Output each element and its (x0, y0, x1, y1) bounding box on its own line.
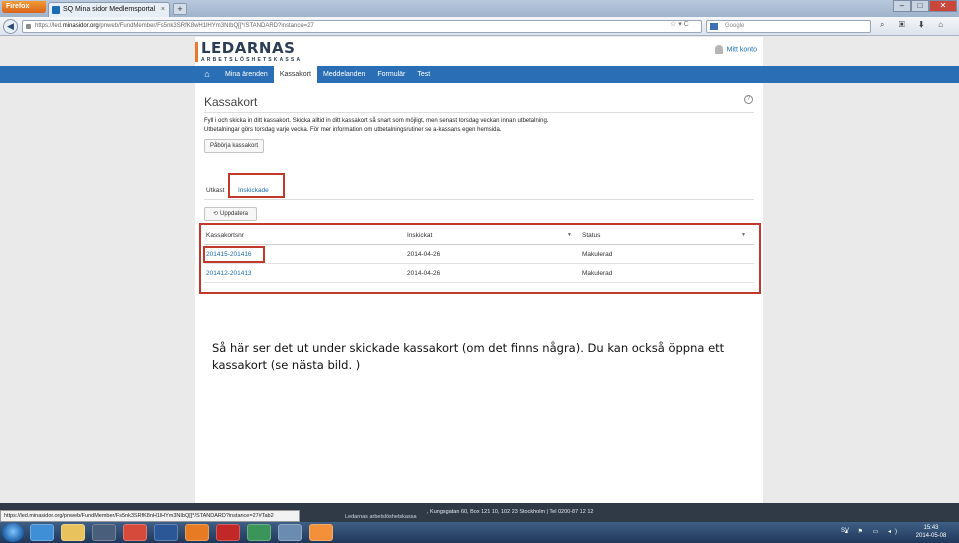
tab-utkast[interactable]: Utkast (206, 182, 224, 200)
user-icon (714, 45, 723, 54)
help-icon[interactable]: ? (744, 95, 753, 104)
chrome-icon[interactable] (123, 524, 147, 541)
menu-item-mina-arenden[interactable]: Mina ärenden (219, 66, 274, 83)
page-title: Kassakort (204, 95, 258, 109)
firefox-window-icon[interactable] (309, 524, 333, 541)
internet-explorer-icon[interactable] (30, 524, 54, 541)
word-icon[interactable] (154, 524, 178, 541)
account-label: Mitt konto (726, 46, 757, 54)
intro-text: Fyll i och skicka in ditt kassakort. Ski… (204, 117, 744, 135)
highlight-box-tab (228, 173, 285, 198)
project-icon[interactable] (247, 524, 271, 541)
status-bar-url: https://led.minasidor.org/pnweb/FundMemb… (0, 510, 300, 522)
pdf-icon[interactable] (216, 524, 240, 541)
menu-item-test[interactable]: Test (411, 66, 436, 83)
kassakort-tabs: Utkast Inskickade (204, 182, 754, 200)
system-clock[interactable]: 15:43 2014-05-08 (911, 524, 951, 540)
refresh-icon: ⟲ (212, 211, 218, 217)
home-icon[interactable]: ⌂ (195, 66, 219, 83)
menu-item-kassakort[interactable]: Kassakort (273, 66, 317, 83)
logo-word: LEDARNAS (201, 39, 296, 57)
url-host: minasidor.org (62, 23, 99, 29)
search-placeholder: Google (725, 23, 745, 29)
clock-date: 2014-05-08 (915, 533, 947, 539)
google-search-icon (710, 23, 718, 30)
search-input[interactable]: Google (706, 20, 871, 33)
maximize-icon[interactable]: □ (911, 0, 929, 12)
tab-title: SQ Mina sidor Medlemsportal (63, 6, 156, 13)
my-account-link[interactable]: Mitt konto (714, 45, 757, 54)
lock-icon (26, 24, 31, 29)
start-button-icon[interactable] (2, 523, 24, 542)
site-favicon-icon (52, 6, 60, 14)
highlight-box-table (199, 223, 761, 294)
url-path: /pnweb/FundMember/Fs5nk3SRfK8wH1lHYm3NIb… (98, 23, 314, 29)
firefox-menu-button[interactable]: Firefox (2, 1, 46, 13)
windows-taskbar: SV ▴ ⚑ ▭ ◂) 15:43 2014-05-08 (0, 522, 959, 543)
title-divider (204, 112, 754, 113)
main-content: Kassakort ? Fyll i och skicka in ditt ka… (195, 83, 763, 503)
browser-tab-bar: Firefox SQ Mina sidor Medlemsportal × + … (0, 0, 959, 17)
window-controls: – □ ✕ (893, 0, 957, 12)
toolbar-icons[interactable]: ⌕ ▣ ⬇ ⌂ (880, 20, 949, 30)
highlight-box-row (203, 246, 265, 263)
update-button[interactable]: ⟲ Uppdatera (204, 207, 257, 221)
address-bar[interactable]: https://led.minasidor.org/pnweb/FundMemb… (22, 20, 702, 33)
footer-address: , Kungsgatan 60, Box 121 10, 102 23 Stoc… (427, 509, 594, 515)
site-header: LEDARNAS ARBETSLÖSHETSKASSA Mitt konto (195, 37, 763, 66)
paint-icon[interactable] (278, 524, 302, 541)
firefox-icon[interactable] (185, 524, 209, 541)
back-arrow-icon[interactable]: ◀ (3, 19, 18, 34)
clock-time: 15:43 (923, 525, 939, 531)
browser-tab-active[interactable]: SQ Mina sidor Medlemsportal × (48, 2, 170, 17)
main-menu-bar: ⌂ Mina ärenden Kassakort Meddelanden For… (0, 66, 959, 83)
start-kassakort-button[interactable]: Påbörja kassakort (204, 139, 264, 153)
media-player-icon[interactable] (92, 524, 116, 541)
footer-org: Ledarnas arbetslöshetskassa (345, 514, 417, 520)
ledarnas-logo[interactable]: LEDARNAS ARBETSLÖSHETSKASSA (195, 39, 303, 63)
tray-icons[interactable]: ▴ ⚑ ▭ ◂) (845, 528, 901, 535)
browser-nav-bar: ◀ https://led.minasidor.org/pnweb/FundMe… (0, 17, 959, 36)
annotation-caption: Så här ser det ut under skickade kassako… (212, 341, 725, 372)
new-tab-button[interactable]: + (173, 3, 187, 15)
system-tray: SV ▴ ⚑ ▭ ◂) 15:43 2014-05-08 (813, 524, 953, 541)
url-prefix: https://led. (35, 23, 63, 29)
menu-item-formular[interactable]: Formulär (371, 66, 411, 83)
taskbar-apps (30, 524, 340, 541)
bookmark-star-icon[interactable]: ☆ ▾ C (670, 20, 689, 28)
web-page: LEDARNAS ARBETSLÖSHETSKASSA Mitt konto ⌂… (0, 37, 959, 503)
update-label: Uppdatera (220, 211, 249, 217)
menu-item-meddelanden[interactable]: Meddelanden (317, 66, 371, 83)
intro-line-1: Fyll i och skicka in ditt kassakort. Ski… (204, 118, 549, 124)
folder-icon[interactable] (61, 524, 85, 541)
close-tab-icon[interactable]: × (161, 3, 165, 16)
logo-subtitle: ARBETSLÖSHETSKASSA (201, 57, 303, 63)
logo-mark-icon (195, 42, 198, 62)
main-menu: ⌂ Mina ärenden Kassakort Meddelanden For… (195, 66, 436, 83)
close-window-icon[interactable]: ✕ (929, 0, 957, 12)
intro-line-2: Utbetalningar görs torsdag varje vecka. … (204, 127, 502, 133)
minimize-icon[interactable]: – (893, 0, 911, 12)
